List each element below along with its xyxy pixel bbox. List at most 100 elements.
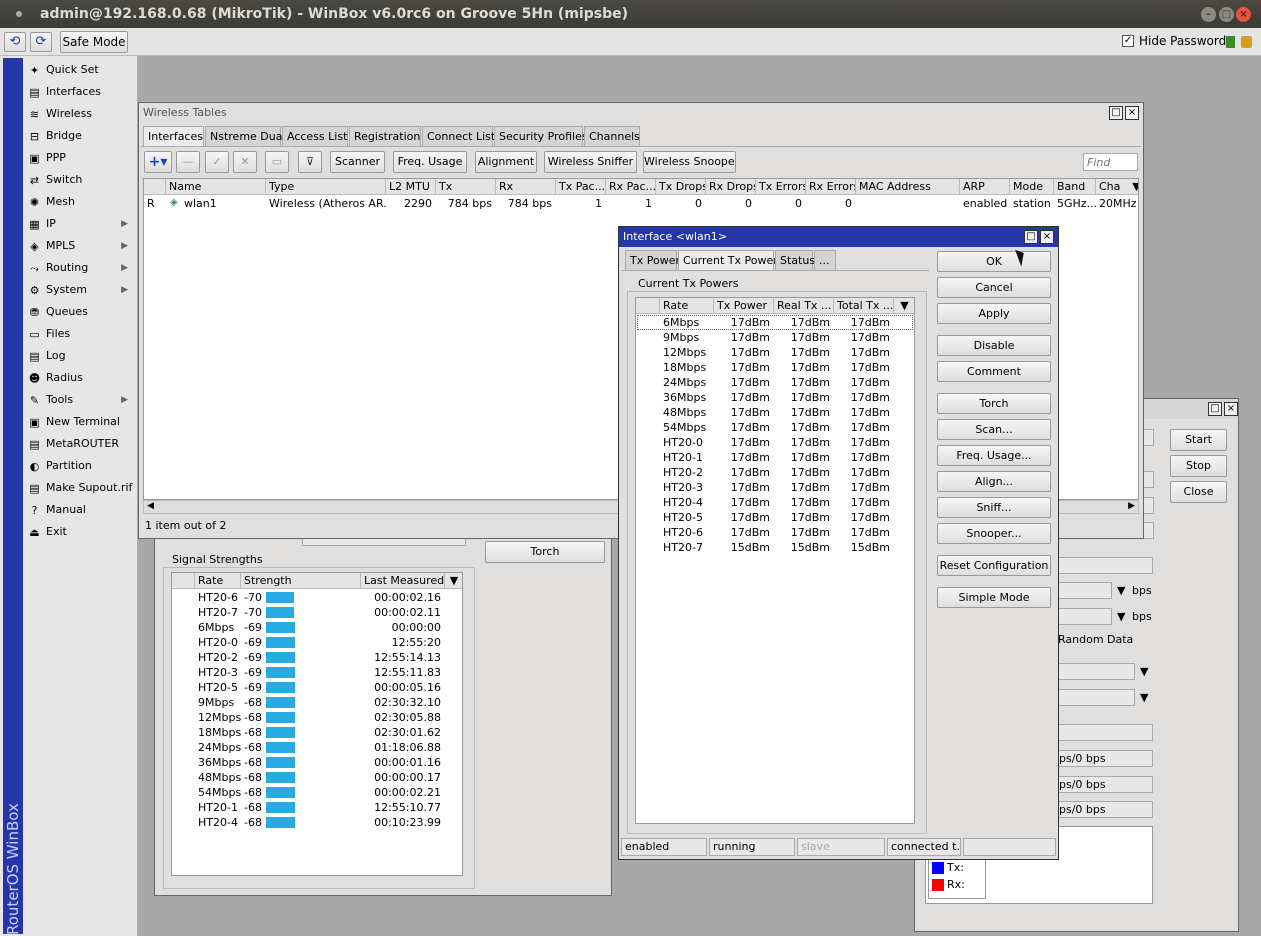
dialog-button-ok[interactable]: OK — [937, 251, 1051, 272]
close-icon[interactable]: × — [1040, 230, 1054, 244]
maximize-icon[interactable]: □ — [1024, 230, 1038, 244]
alignment-button[interactable]: Alignment — [475, 151, 537, 173]
column-header-l2mtu[interactable]: L2 MTU — [386, 179, 436, 195]
column-header-flag[interactable] — [144, 179, 166, 195]
sidebar-item-ip[interactable]: ▦ IP ▶ — [26, 213, 136, 235]
column-header-total-tx[interactable]: Total Tx ... — [834, 298, 894, 314]
column-menu-icon[interactable]: ▼ — [894, 298, 914, 314]
sidebar-item-log[interactable]: ▤ Log — [26, 345, 136, 367]
column-header-band[interactable]: Band — [1054, 179, 1096, 195]
dialog-button-simple-mode[interactable]: Simple Mode — [937, 587, 1051, 608]
tab-access-list[interactable]: Access List — [282, 126, 348, 147]
column-header-name[interactable]: Name — [166, 179, 266, 195]
column-header-mac[interactable]: MAC Address — [856, 179, 960, 195]
sidebar-item-make-supout-rif[interactable]: ▤ Make Supout.rif — [26, 477, 136, 499]
add-icon[interactable]: +▾ — [144, 151, 172, 173]
enable-icon[interactable]: ✓ — [205, 151, 229, 173]
find-input[interactable] — [1083, 153, 1138, 171]
column-menu-icon[interactable]: ▼ — [1130, 179, 1138, 195]
dropdown-arrow-icon[interactable]: ▼ — [1140, 691, 1148, 704]
dialog-button-apply[interactable]: Apply — [937, 303, 1051, 324]
freq-usage-button[interactable]: Freq. Usage — [393, 151, 467, 173]
dialog-button-disable[interactable]: Disable — [937, 335, 1051, 356]
sidebar-item-exit[interactable]: ⏏ Exit — [26, 521, 136, 543]
scroll-left-icon[interactable]: ◀ — [147, 501, 154, 511]
sidebar-item-quick-set[interactable]: ✦ Quick Set — [26, 59, 136, 81]
column-header-txe[interactable]: Tx Errors — [756, 179, 806, 195]
column-header-rxe[interactable]: Rx Errors — [806, 179, 856, 195]
tab-nstreme-dual[interactable]: Nstreme Dual — [205, 126, 286, 147]
select-field[interactable] — [1055, 663, 1135, 680]
dialog-button-align[interactable]: Align... — [937, 471, 1051, 492]
column-header-txd[interactable]: Tx Drops — [656, 179, 706, 195]
minimize-icon[interactable]: – — [1201, 7, 1216, 22]
sidebar-item-wireless[interactable]: ≋ Wireless — [26, 103, 136, 125]
sidebar-item-new-terminal[interactable]: ▣ New Terminal — [26, 411, 136, 433]
tab-tx-power[interactable]: Tx Power — [625, 250, 680, 271]
dropdown-arrow-icon[interactable]: ▼ — [1117, 584, 1125, 597]
sidebar-item-switch[interactable]: ⇄ Switch — [26, 169, 136, 191]
tab-current-tx-power[interactable]: Current Tx Power — [678, 250, 778, 271]
start-button[interactable]: Start — [1170, 429, 1227, 451]
column-header-arp[interactable]: ARP — [960, 179, 1010, 195]
column-header-rate[interactable]: Rate — [195, 573, 241, 589]
tab-interfaces[interactable]: Interfaces — [143, 126, 204, 147]
column-header-last-measured[interactable]: Last Measured — [361, 573, 445, 589]
dialog-button-freq-usage[interactable]: Freq. Usage... — [937, 445, 1051, 466]
column-header-txp[interactable]: Tx Pac... — [556, 179, 606, 195]
column-header-strength[interactable]: Strength — [241, 573, 361, 589]
sidebar-item-tools[interactable]: ✎ Tools ▶ — [26, 389, 136, 411]
close-icon[interactable]: × — [1236, 7, 1251, 22]
dropdown-arrow-icon[interactable]: ▼ — [1140, 665, 1148, 678]
filter-icon[interactable]: ⊽ — [298, 151, 322, 173]
column-header-rx[interactable]: Rx — [496, 179, 556, 195]
column-header-type[interactable]: Type — [266, 179, 386, 195]
dialog-button-scan[interactable]: Scan... — [937, 419, 1051, 440]
current-tx-power-table[interactable]: Rate Tx Power Real Tx ... Total Tx ... ▼… — [635, 297, 915, 824]
scroll-right-icon[interactable]: ▶ — [1128, 501, 1135, 511]
tab-connect-list[interactable]: Connect List — [422, 126, 495, 147]
column-header-rxp[interactable]: Rx Pac... — [606, 179, 656, 195]
hide-passwords-checkbox[interactable]: ✓ — [1122, 35, 1134, 47]
remove-icon[interactable]: — — [176, 151, 200, 173]
column-header-mode[interactable]: Mode — [1010, 179, 1054, 195]
column-header-tx-power[interactable]: Tx Power — [714, 298, 774, 314]
comment-icon[interactable]: ▭ — [265, 151, 289, 173]
sidebar-item-ppp[interactable]: ▣ PPP — [26, 147, 136, 169]
sidebar-item-radius[interactable]: ☻ Radius — [26, 367, 136, 389]
tab-channels[interactable]: Channels — [584, 126, 640, 147]
redo-icon[interactable]: ⟳ — [30, 32, 52, 52]
column-header-rxd[interactable]: Rx Drops — [706, 179, 756, 195]
sidebar-item-files[interactable]: ▭ Files — [26, 323, 136, 345]
scanner-button[interactable]: Scanner — [330, 151, 385, 173]
sidebar-item-routing[interactable]: ⤳ Routing ▶ — [26, 257, 136, 279]
maximize-icon[interactable]: □ — [1208, 402, 1222, 416]
maximize-icon[interactable]: □ — [1219, 7, 1234, 22]
tab-more[interactable]: ... — [814, 250, 836, 271]
dropdown-arrow-icon[interactable]: ▼ — [1117, 610, 1125, 623]
wireless-snooper-button[interactable]: Wireless Snooper — [643, 151, 736, 173]
dialog-button-reset-configuration[interactable]: Reset Configuration — [937, 555, 1051, 576]
sidebar-item-bridge[interactable]: ⊟ Bridge — [26, 125, 136, 147]
sidebar-item-mesh[interactable]: ✺ Mesh — [26, 191, 136, 213]
rx-rate-field[interactable] — [1055, 608, 1112, 625]
undo-icon[interactable]: ⟲ — [4, 32, 26, 52]
stop-button[interactable]: Stop — [1170, 455, 1227, 477]
tx-rate-field[interactable] — [1055, 582, 1112, 599]
disable-icon[interactable]: ✕ — [233, 151, 257, 173]
sidebar-item-mpls[interactable]: ◈ MPLS ▶ — [26, 235, 136, 257]
window-menu-icon[interactable] — [16, 11, 22, 17]
dialog-button-torch[interactable]: Torch — [937, 393, 1051, 414]
sidebar-item-system[interactable]: ⚙ System ▶ — [26, 279, 136, 301]
dialog-button-comment[interactable]: Comment — [937, 361, 1051, 382]
sidebar-item-queues[interactable]: ⛃ Queues — [26, 301, 136, 323]
close-icon[interactable]: × — [1125, 106, 1139, 120]
signal-strengths-table[interactable]: Rate Strength Last Measured ▼ HT20-6 -70 0… — [171, 572, 463, 876]
dialog-button-cancel[interactable]: Cancel — [937, 277, 1051, 298]
dialog-button-sniff[interactable]: Sniff... — [937, 497, 1051, 518]
sidebar-item-manual[interactable]: ? Manual — [26, 499, 136, 521]
tab-security-profiles[interactable]: Security Profiles — [494, 126, 588, 147]
column-header-real-tx[interactable]: Real Tx ... — [774, 298, 834, 314]
close-button[interactable]: Close — [1170, 481, 1227, 503]
sidebar-item-metarouter[interactable]: ▤ MetaROUTER — [26, 433, 136, 455]
